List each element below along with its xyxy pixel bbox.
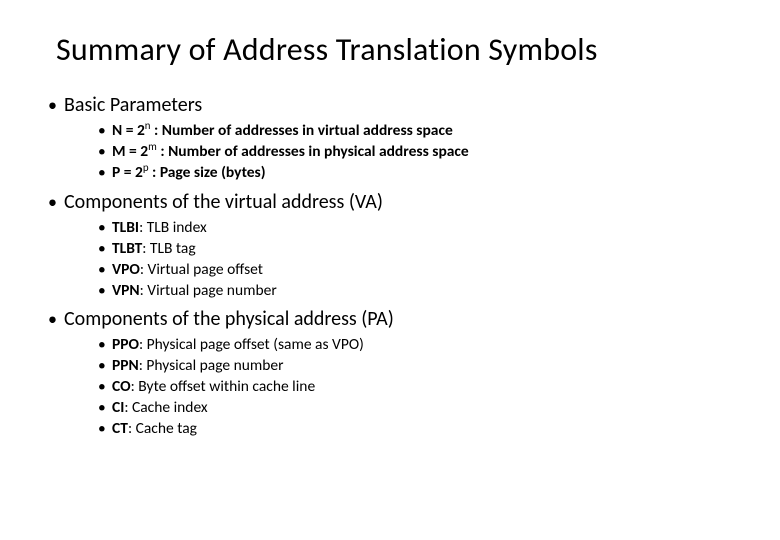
item-head: VPN	[112, 281, 140, 300]
list-item: TLBT: TLB tag	[98, 239, 740, 260]
item-superscript: m	[148, 140, 157, 153]
list-item: P = 2p : Page size (bytes)	[98, 163, 740, 184]
item-rest: : Number of addresses in physical addres…	[157, 142, 469, 161]
list-item: PPO: Physical page offset (same as VPO)	[98, 335, 740, 356]
item-rest: : Page size (bytes)	[149, 163, 266, 182]
item-rest: : Cache index	[124, 398, 207, 417]
item-rest: : Cache tag	[128, 419, 197, 438]
item-head: P = 2	[112, 163, 143, 182]
item-rest: : Virtual page offset	[140, 260, 263, 279]
item-head: PPO	[112, 335, 139, 354]
page-title: Summary of Address Translation Symbols	[56, 30, 740, 69]
list-item: PPN: Physical page number	[98, 356, 740, 377]
section-items: TLBI: TLB indexTLBT: TLB tagVPO: Virtual…	[56, 218, 740, 302]
item-head: TLBT	[112, 239, 142, 258]
item-rest: : Number of addresses in virtual address…	[151, 121, 453, 140]
section-heading: Basic Parameters	[56, 93, 740, 117]
list-item: N = 2n : Number of addresses in virtual …	[98, 121, 740, 142]
item-rest: : Physical page offset (same as VPO)	[139, 335, 364, 354]
item-head: PPN	[112, 356, 139, 375]
list-item: CT: Cache tag	[98, 419, 740, 440]
list-item: VPN: Virtual page number	[98, 281, 740, 302]
list-item: VPO: Virtual page offset	[98, 260, 740, 281]
item-head: TLBI	[112, 218, 139, 237]
item-head: N = 2	[112, 121, 145, 140]
item-head: M = 2	[112, 142, 148, 161]
list-item: CI: Cache index	[98, 398, 740, 419]
item-head: VPO	[112, 260, 140, 279]
section-heading: Components of the virtual address (VA)	[56, 190, 740, 214]
section-items: PPO: Physical page offset (same as VPO)P…	[56, 335, 740, 440]
item-head: CO	[112, 377, 131, 396]
list-item: TLBI: TLB index	[98, 218, 740, 239]
item-head: CI	[112, 398, 124, 417]
list-item: CO: Byte offset within cache line	[98, 377, 740, 398]
list-item: M = 2m : Number of addresses in physical…	[98, 142, 740, 163]
item-rest: : Virtual page number	[140, 281, 277, 300]
item-head: CT	[112, 419, 128, 438]
item-rest: : TLB tag	[142, 239, 195, 258]
item-rest: : Byte offset within cache line	[131, 377, 316, 396]
section-heading: Components of the physical address (PA)	[56, 307, 740, 331]
outline-root: Basic Parameters N = 2n : Number of addre…	[56, 93, 740, 440]
item-rest: : TLB index	[139, 218, 207, 237]
section-items: N = 2n : Number of addresses in virtual …	[56, 121, 740, 184]
item-rest: : Physical page number	[139, 356, 284, 375]
slide: Summary of Address Translation Symbols B…	[0, 0, 780, 460]
